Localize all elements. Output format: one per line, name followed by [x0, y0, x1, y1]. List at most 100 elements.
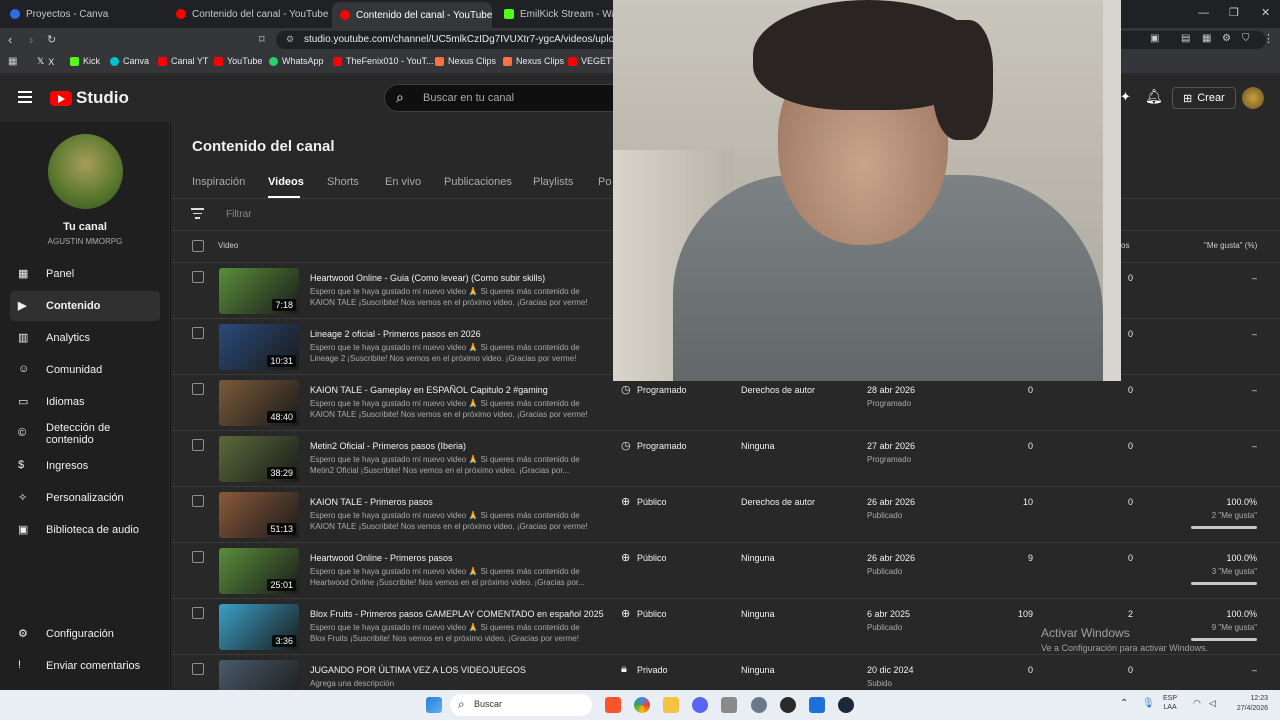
row-checkbox[interactable] [192, 495, 204, 507]
video-thumbnail[interactable]: 10:31 [219, 324, 299, 370]
video-title[interactable]: JUGANDO POR ÚLTIMA VEZ A LOS VIDEOJUEGOS [310, 665, 526, 675]
tab-shorts[interactable]: Shorts [327, 176, 359, 188]
visibility-status[interactable]: Público [637, 497, 667, 507]
microphone-icon[interactable]: 🎙︎ [1142, 698, 1155, 709]
sidebar-item-deteccion[interactable]: © Detección de contenido [10, 419, 160, 449]
table-row[interactable]: 38:29 Metin2 Oficial - Primeros pasos (Ib… [171, 430, 1280, 486]
row-checkbox[interactable] [192, 551, 204, 563]
table-row[interactable]: 51:13 KAION TALE - Primeros pasos Espero q… [171, 486, 1280, 542]
wifi-icon[interactable]: ◠ [1193, 698, 1201, 709]
tab-podcasts[interactable]: Po [598, 176, 611, 188]
video-title[interactable]: Blox Fruits - Primeros pasos GAMEPLAY CO… [310, 609, 604, 619]
browser-tab[interactable]: Proyectos - Canva [2, 4, 167, 24]
back-icon[interactable]: ‹ [8, 32, 12, 47]
restrictions[interactable]: Ninguna [741, 665, 775, 675]
tab-inspiracion[interactable]: Inspiración [192, 176, 245, 188]
sidebar-item-biblioteca[interactable]: ▣ Biblioteca de audio [10, 515, 160, 545]
bookmark-item[interactable]: Canal YT [158, 56, 208, 66]
bookmark-item[interactable]: 𝕏X [37, 56, 54, 67]
studio-logo[interactable]: Studio [50, 88, 129, 108]
video-thumbnail[interactable]: 3:36 [219, 604, 299, 650]
sidebar-item-ingresos[interactable]: $ Ingresos [10, 451, 160, 481]
bookmark-item[interactable]: WhatsApp [269, 56, 324, 66]
file-explorer-icon[interactable] [663, 697, 679, 713]
video-thumbnail[interactable]: 25:01 [219, 548, 299, 594]
taskbar-search-input[interactable]: ⌕ Buscar [450, 694, 592, 716]
visibility-status[interactable]: Público [637, 609, 667, 619]
row-checkbox[interactable] [192, 383, 204, 395]
extension-icon[interactable]: ▣ [1150, 33, 1159, 44]
video-thumbnail[interactable]: 38:29 [219, 436, 299, 482]
hamburger-menu-icon[interactable] [18, 91, 32, 103]
row-checkbox[interactable] [192, 663, 204, 675]
bookmark-item[interactable]: Canva [110, 56, 149, 66]
video-title[interactable]: Heartwood Online - Guia (Como levear) (C… [310, 273, 545, 283]
tab-playlists[interactable]: Playlists [533, 176, 573, 188]
chrome-icon[interactable] [634, 697, 650, 713]
sidebar-item-analytics[interactable]: ▥ Analytics [10, 323, 160, 353]
sidebar-item-panel[interactable]: ▦ Panel [10, 259, 160, 289]
sidebar-item-comunidad[interactable]: ☺ Comunidad [10, 355, 160, 385]
row-checkbox[interactable] [192, 607, 204, 619]
minimize-icon[interactable]: — [1198, 7, 1209, 19]
windows-start-icon[interactable] [426, 697, 442, 713]
create-button[interactable]: ⊞ Crear [1172, 87, 1236, 109]
brave-browser-icon[interactable] [605, 697, 621, 713]
bookmark-item[interactable]: Nexus Clips [435, 56, 496, 66]
browser-tab[interactable]: EmilKick Stream - Watch Li [496, 4, 614, 24]
gallery-icon[interactable]: ▦ [1202, 33, 1211, 44]
restrictions[interactable]: Derechos de autor [741, 497, 815, 507]
clock[interactable]: 12:23 27/4/2026 [1228, 694, 1268, 714]
restrictions[interactable]: Ninguna [741, 609, 775, 619]
discord-icon[interactable] [692, 697, 708, 713]
video-title[interactable]: KAION TALE - Primeros pasos [310, 497, 433, 507]
filter-input[interactable]: Filtrar [226, 209, 252, 220]
app-icon[interactable] [721, 697, 737, 713]
visibility-status[interactable]: Programado [637, 385, 687, 395]
notifications-bell-icon[interactable]: 🔔︎ [1145, 88, 1163, 105]
forward-icon[interactable]: › [29, 32, 33, 47]
table-row[interactable]: 48:40 KAION TALE - Gameplay en ESPAÑOL Ca… [171, 374, 1280, 430]
obs-icon[interactable] [780, 697, 796, 713]
tab-videos[interactable]: Videos [268, 176, 304, 188]
video-title[interactable]: Lineage 2 oficial - Primeros pasos en 20… [310, 329, 481, 339]
sidebar-icon[interactable]: ▤ [1181, 33, 1190, 44]
video-thumbnail[interactable]: 51:13 [219, 492, 299, 538]
visibility-status[interactable]: Público [637, 553, 667, 563]
close-window-icon[interactable]: ✕ [1261, 6, 1270, 19]
select-all-checkbox[interactable] [192, 240, 204, 252]
bookmark-item[interactable]: TheFenix010 - YouT... [333, 56, 434, 66]
row-checkbox[interactable] [192, 271, 204, 283]
sparkle-icon[interactable]: ✦ [1120, 89, 1131, 105]
site-info-icon[interactable]: ⚙ [286, 34, 294, 45]
video-title[interactable]: KAION TALE - Gameplay en ESPAÑOL Capitul… [310, 385, 548, 395]
menu-dots-icon[interactable]: ⋮ [1263, 32, 1274, 45]
sidebar-item-configuracion[interactable]: ⚙ Configuración [10, 619, 160, 649]
sidebar-item-personalizacion[interactable]: ✧ Personalización [10, 483, 160, 513]
settings-icon[interactable]: ⚙ [1222, 33, 1231, 44]
steam-icon[interactable] [838, 697, 854, 713]
video-title[interactable]: Metin2 Oficial - Primeros pasos (Iberia) [310, 441, 466, 451]
visibility-status[interactable]: Privado [637, 665, 668, 675]
sidebar-item-feedback[interactable]: ! Enviar comentarios [10, 651, 160, 681]
app-icon[interactable] [809, 697, 825, 713]
bookmark-item[interactable]: YouTube [214, 56, 262, 66]
row-checkbox[interactable] [192, 439, 204, 451]
video-title[interactable]: Heartwood Online - Primeros pasos [310, 553, 453, 563]
bookmark-icon[interactable]: ⌑ [259, 33, 265, 46]
sidebar-item-contenido[interactable]: ▶ Contenido [10, 291, 160, 321]
maximize-icon[interactable]: ❐ [1229, 6, 1239, 19]
apps-grid-icon[interactable]: ▦ [8, 56, 17, 67]
reload-icon[interactable]: ↻ [47, 33, 56, 46]
row-checkbox[interactable] [192, 327, 204, 339]
account-avatar[interactable] [1242, 87, 1264, 109]
sidebar-item-idiomas[interactable]: ▭ Idiomas [10, 387, 160, 417]
video-thumbnail[interactable]: 7:18 [219, 268, 299, 314]
video-thumbnail[interactable]: 48:40 [219, 380, 299, 426]
browser-tab[interactable]: Contenido del canal - YouTube Studi [168, 4, 331, 24]
tab-publicaciones[interactable]: Publicaciones [444, 176, 512, 188]
restrictions[interactable]: Ninguna [741, 441, 775, 451]
channel-search-input[interactable]: ⌕ Buscar en tu canal [384, 84, 644, 112]
tab-en-vivo[interactable]: En vivo [385, 176, 421, 188]
bookmark-item[interactable]: Kick [70, 56, 100, 66]
